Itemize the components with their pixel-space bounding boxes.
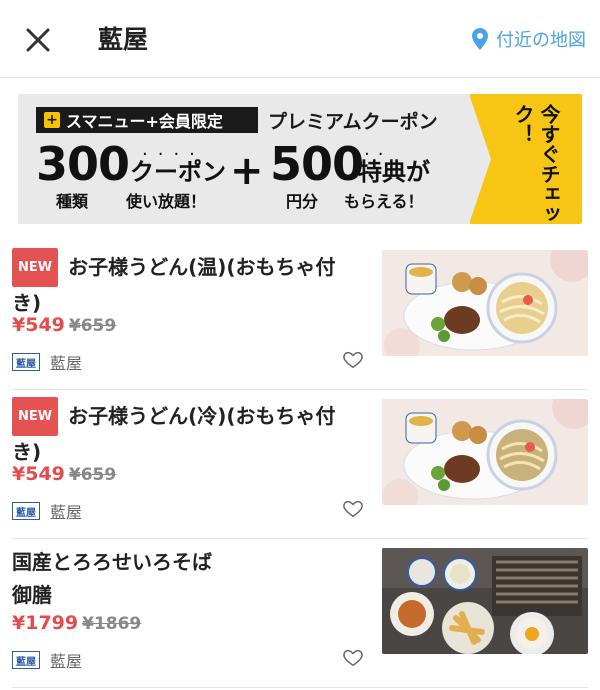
plus-icon: + [44,112,60,128]
tororo-soba-set-photo[interactable] [382,548,588,654]
yen-amount-unit: 円分 [286,192,319,211]
plus-sign: + [230,148,264,194]
unlimited-label: 使い放題！ [126,192,207,211]
menu-item-name: お子様うどん(冷)(おもちゃ付き) [12,404,336,464]
shop-name: 藍屋 [50,652,83,671]
menu-item-name: お子様うどん(温)(おもちゃ付き) [12,255,336,315]
premium-coupon-banner[interactable]: + スマニュー+会員限定 プレミアムクーポン 300 種類 ···· クーポン … [18,94,582,224]
shop-name: 藍屋 [50,503,83,522]
price-row: ¥549 ¥659 [12,463,116,485]
check-now-label: 今すぐチェック！ [511,104,561,224]
shop-logo: 藍屋 [12,353,40,371]
price-row: ¥549 ¥659 [12,314,116,336]
shop-info: 藍屋 藍屋 [12,648,82,672]
original-price: ¥659 [68,316,117,336]
close-icon [26,28,50,52]
receive-label: もらえる！ [344,192,424,211]
nearby-map-link[interactable]: 付近の地図 [472,26,586,52]
app-header: 藍屋 付近の地図 [0,0,600,78]
coupon-count-unit: 種類 [56,192,89,211]
price-row: ¥1799 ¥1869 [12,612,141,634]
close-button[interactable] [20,22,56,58]
map-link-label: 付近の地図 [496,30,586,51]
favorite-heart-icon[interactable] [342,348,364,370]
coupon-count: 300 [36,137,130,191]
shop-name: 藍屋 [50,354,83,373]
menu-item[interactable]: NEW お子様うどん(冷)(おもちゃ付き) ¥549 ¥659 藍屋 藍屋 [12,391,588,539]
new-badge: NEW [12,397,59,436]
page-title: 藍屋 [98,25,149,54]
current-price: ¥549 [12,314,65,336]
yen-amount: 500 [270,137,364,191]
shop-logo: 藍屋 [12,502,40,520]
menu-item[interactable]: 国産とろろせいろそば御膳 ¥1799 ¥1869 藍屋 藍屋 [12,540,588,688]
coupon-word: クーポン [130,158,226,186]
favorite-heart-icon[interactable] [342,646,364,668]
original-price: ¥659 [68,465,117,485]
location-pin-icon [472,28,488,50]
check-now-cta[interactable]: 今すぐチェック！ [469,94,582,224]
shop-info: 藍屋 藍屋 [12,499,82,523]
member-only-label: スマニュー+会員限定 [66,112,223,131]
kids-udon-hot-photo[interactable] [382,250,588,356]
kids-udon-cold-photo[interactable] [382,399,588,505]
shop-logo: 藍屋 [12,651,40,669]
menu-item-name: 国産とろろせいろそば御膳 [12,550,212,607]
original-price: ¥1869 [82,614,142,634]
cta-arrow-notch [469,94,491,224]
current-price: ¥1799 [12,612,79,634]
menu-item-title: NEW お子様うどん(冷)(おもちゃ付き) [12,397,362,469]
benefit-word: 特典が [358,158,430,186]
shop-info: 藍屋 藍屋 [12,350,82,374]
member-only-tag: + スマニュー+会員限定 [36,107,258,133]
menu-item[interactable]: NEW お子様うどん(温)(おもちゃ付き) ¥549 ¥659 藍屋 藍屋 [12,242,588,390]
current-price: ¥549 [12,463,65,485]
new-badge: NEW [12,248,59,287]
banner-heading: プレミアムクーポン [268,111,438,133]
favorite-heart-icon[interactable] [342,497,364,519]
menu-item-title: NEW お子様うどん(温)(おもちゃ付き) [12,248,362,320]
